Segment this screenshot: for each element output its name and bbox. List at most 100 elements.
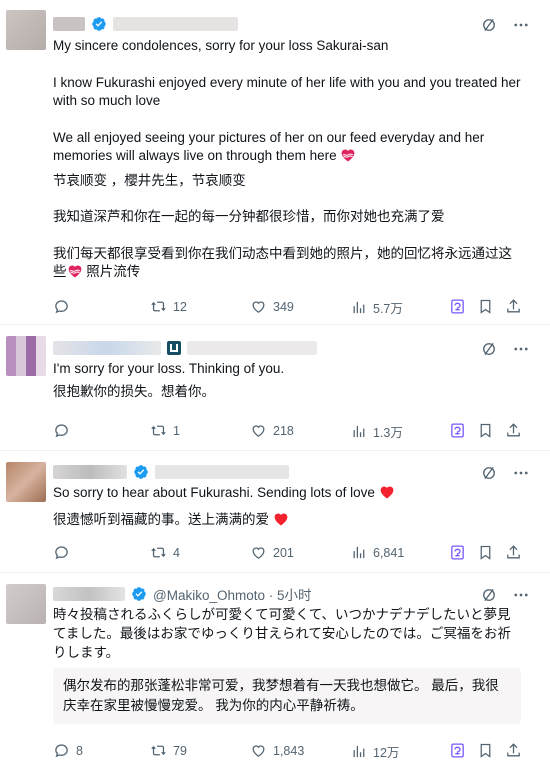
like-button[interactable]: 201 xyxy=(250,544,294,561)
post-text-line: So sorry to hear about Fukurashi. Sendin… xyxy=(53,485,375,500)
grok-button[interactable] xyxy=(449,422,466,439)
verified-badge-icon xyxy=(133,464,149,480)
more-options-icon[interactable] xyxy=(512,464,530,482)
ribbon-heart-emoji-icon xyxy=(340,148,356,162)
bookmark-button[interactable] xyxy=(477,298,494,315)
translation-text: 偶尔发布的那张蓬松非常可爱，我梦想着有一天我也想做它。 最后，我很庆幸在家里被慢… xyxy=(63,678,499,713)
views-icon xyxy=(350,544,367,561)
bookmark-button[interactable] xyxy=(477,742,494,759)
share-button[interactable] xyxy=(505,544,522,561)
post-header xyxy=(53,14,238,34)
bookmark-button[interactable] xyxy=(477,422,494,439)
like-icon xyxy=(250,742,267,759)
share-icon xyxy=(505,298,522,315)
share-icon xyxy=(505,422,522,439)
grok-icon xyxy=(449,422,466,439)
reply-icon xyxy=(53,544,70,561)
handle-redacted[interactable] xyxy=(113,17,238,31)
grok-icon[interactable] xyxy=(480,586,498,604)
grok-button[interactable] xyxy=(449,544,466,561)
view-count: 6,841 xyxy=(373,545,405,560)
post-text-line: My sincere condolences, sorry for your l… xyxy=(53,38,389,53)
reply-button[interactable] xyxy=(53,422,76,439)
translation-box: 偶尔发布的那张蓬松非常可爱，我梦想着有一天我也想做它。 最后，我很庆幸在家里被慢… xyxy=(53,668,521,724)
more-options-icon[interactable] xyxy=(512,586,530,604)
handle-redacted[interactable] xyxy=(155,465,289,479)
post-body: 時々投稿されるふくらしが可愛くて可愛くて、いつかナデナデしたいと夢見てました。最… xyxy=(53,605,521,662)
repost-count: 4 xyxy=(173,545,180,560)
share-icon xyxy=(505,544,522,561)
post-top-icons xyxy=(480,586,530,604)
repost-button[interactable]: 79 xyxy=(150,742,187,759)
handle-and-time[interactable]: @Makiko_Ohmoto · 5小时 xyxy=(153,584,312,604)
repost-icon xyxy=(150,422,167,439)
grok-icon[interactable] xyxy=(480,340,498,358)
grok-icon xyxy=(449,544,466,561)
red-heart-emoji-icon xyxy=(273,512,289,526)
share-button[interactable] xyxy=(505,422,522,439)
verified-badge-icon xyxy=(131,586,147,602)
reply-count: 8 xyxy=(76,743,83,758)
like-icon xyxy=(250,422,267,439)
repost-button[interactable]: 4 xyxy=(150,544,180,561)
bookmark-icon xyxy=(477,422,494,439)
repost-button[interactable]: 12 xyxy=(150,298,187,315)
grok-button[interactable] xyxy=(449,298,466,315)
display-name-redacted[interactable] xyxy=(53,341,161,355)
avatar[interactable] xyxy=(6,336,46,376)
reply-button[interactable]: 8 xyxy=(53,742,83,759)
reply-post-2: I'm sorry for your loss. Thinking of you… xyxy=(0,326,550,451)
grok-icon[interactable] xyxy=(480,464,498,482)
display-name-redacted[interactable] xyxy=(53,465,127,479)
like-button[interactable]: 218 xyxy=(250,422,294,439)
views-icon xyxy=(350,743,367,760)
post-top-icons xyxy=(480,16,530,34)
repost-icon xyxy=(150,544,167,561)
views-button[interactable]: 12万 xyxy=(350,742,399,761)
repost-count: 79 xyxy=(173,743,187,758)
reply-button[interactable] xyxy=(53,298,76,315)
repost-button[interactable]: 1 xyxy=(150,422,180,439)
grok-icon[interactable] xyxy=(480,16,498,34)
views-button[interactable]: 6,841 xyxy=(350,544,404,561)
repost-count: 1 xyxy=(173,423,180,438)
grok-icon xyxy=(449,298,466,315)
more-options-icon[interactable] xyxy=(512,340,530,358)
more-options-icon[interactable] xyxy=(512,16,530,34)
reply-post-1: My sincere condolences, sorry for your l… xyxy=(0,0,550,325)
avatar[interactable] xyxy=(6,584,46,624)
post-text-line: 時々投稿されるふくらしが可愛くて可愛くて、いつかナデナデしたいと夢見てました。最… xyxy=(53,607,511,660)
post-top-icons xyxy=(480,464,530,482)
verified-badge-icon xyxy=(91,16,107,32)
bookmark-icon xyxy=(477,298,494,315)
action-bar: 12 349 5.7万 xyxy=(53,298,528,318)
handle-redacted[interactable] xyxy=(187,341,317,355)
repost-count: 12 xyxy=(173,299,187,314)
view-count: 5.7万 xyxy=(373,302,403,316)
affiliate-badge-icon xyxy=(167,341,181,355)
views-icon xyxy=(350,423,367,440)
reply-button[interactable] xyxy=(53,544,76,561)
reply-post-4: @Makiko_Ohmoto · 5小时 時々投稿されるふくらしが可愛くて可愛く… xyxy=(0,574,550,776)
display-name-redacted[interactable] xyxy=(53,17,85,31)
views-button[interactable]: 5.7万 xyxy=(350,298,403,317)
like-button[interactable]: 349 xyxy=(250,298,294,315)
bookmark-button[interactable] xyxy=(477,544,494,561)
view-count: 12万 xyxy=(373,746,400,760)
share-icon xyxy=(505,742,522,759)
reply-icon xyxy=(53,742,70,759)
share-button[interactable] xyxy=(505,298,522,315)
post-text-line: 我知道深芦和你在一起的每一分钟都很珍惜，而你对她也充满了爱 xyxy=(53,209,445,224)
repost-icon xyxy=(150,298,167,315)
views-button[interactable]: 1.3万 xyxy=(350,422,403,441)
view-count: 1.3万 xyxy=(373,426,403,440)
display-name-redacted[interactable] xyxy=(53,587,125,601)
action-bar: 1 218 1.3万 xyxy=(53,422,528,442)
grok-button[interactable] xyxy=(449,742,466,759)
share-button[interactable] xyxy=(505,742,522,759)
avatar[interactable] xyxy=(6,10,46,50)
like-button[interactable]: 1,843 xyxy=(250,742,304,759)
like-count: 201 xyxy=(273,545,294,560)
avatar[interactable] xyxy=(6,462,46,502)
post-text-line: 很抱歉你的损失。想着你。 xyxy=(53,383,215,399)
